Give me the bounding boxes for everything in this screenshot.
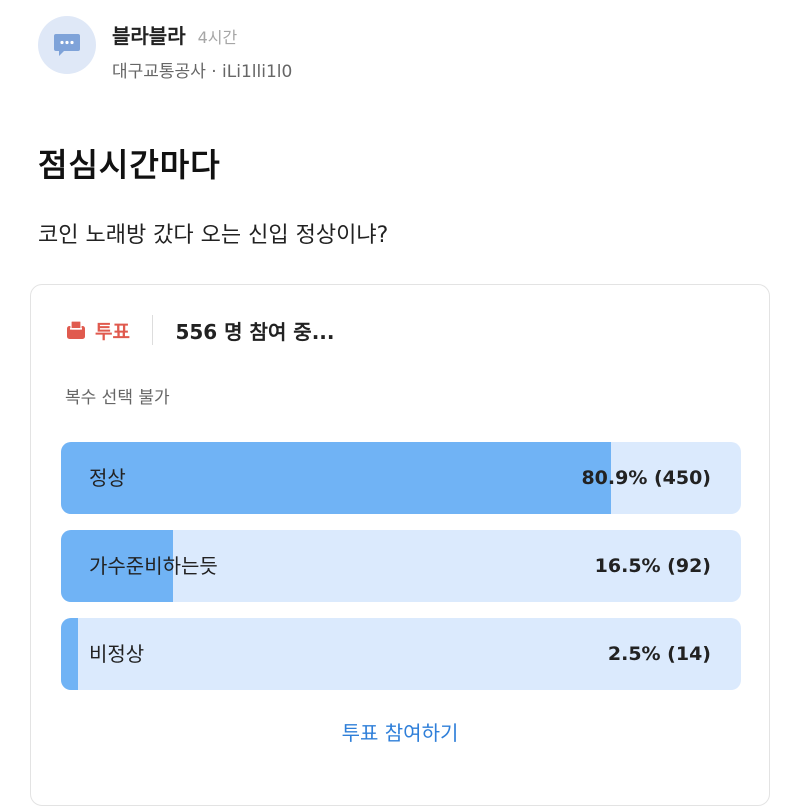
option-label: 정상: [89, 466, 126, 490]
option-fill-bar: [61, 442, 612, 514]
author-name[interactable]: 블라블라: [112, 20, 186, 49]
poll-label: 투표: [95, 320, 130, 343]
avatar[interactable]: [38, 16, 96, 74]
option-result: 16.5% (92): [594, 555, 711, 577]
post-meta: 블라블라 4시간 대구교통공사 · iLi1lli1l0: [112, 16, 292, 82]
post-title: 점심시간마다: [38, 146, 221, 184]
chat-bubble-icon: [54, 34, 80, 56]
poll-option[interactable]: 정상 80.9% (450): [61, 442, 741, 514]
header-divider: [151, 315, 154, 345]
option-result: 80.9% (450): [581, 467, 711, 489]
vote-button[interactable]: 투표 참여하기: [31, 717, 769, 746]
option-fill-bar: [61, 618, 78, 690]
post-time: 4시간: [197, 28, 238, 47]
post-body: 코인 노래방 갔다 오는 신입 정상이냐?: [38, 223, 389, 248]
poll-option[interactable]: 비정상 2.5% (14): [61, 618, 741, 690]
multi-select-note: 복수 선택 불가: [65, 388, 170, 408]
ballot-box-icon: [67, 320, 85, 339]
participant-count: 556 명 참여 중...: [175, 319, 335, 344]
option-label: 비정상: [89, 642, 145, 666]
poll-card: 투표 556 명 참여 중... 복수 선택 불가 정상 80.9% (450)…: [30, 284, 770, 806]
poll-option[interactable]: 가수준비하는듯 16.5% (92): [61, 530, 741, 602]
post-header: 블라블라 4시간 대구교통공사 · iLi1lli1l0: [38, 16, 292, 82]
option-result: 2.5% (14): [607, 643, 711, 665]
company-line: 대구교통공사 · iLi1lli1l0: [112, 62, 293, 82]
option-label: 가수준비하는듯: [89, 554, 218, 578]
poll-header: 투표 556 명 참여 중...: [65, 315, 335, 345]
